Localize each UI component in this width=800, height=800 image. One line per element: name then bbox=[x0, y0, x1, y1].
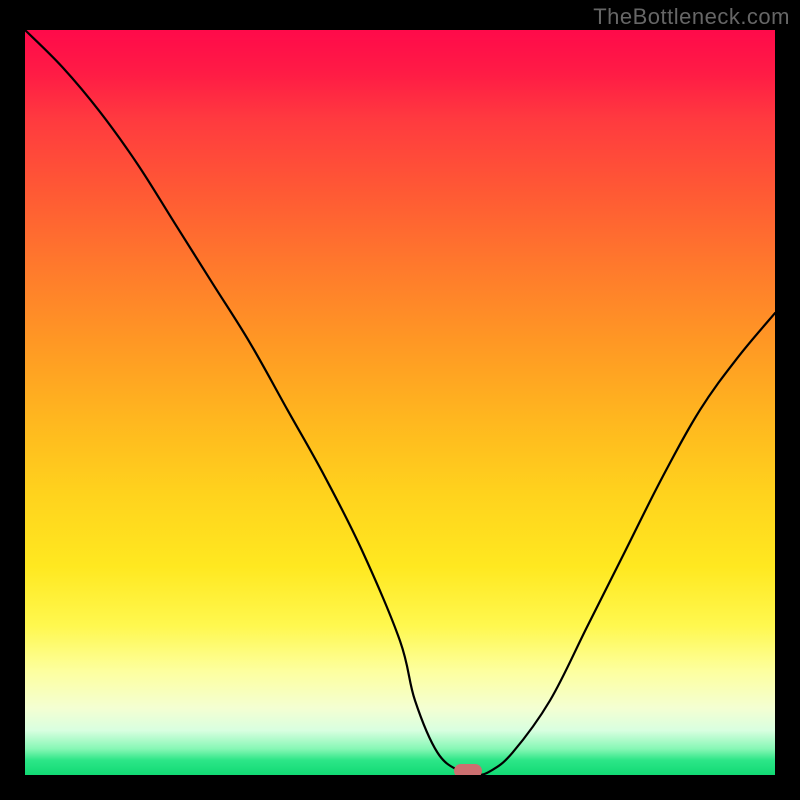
watermark-text: TheBottleneck.com bbox=[593, 4, 790, 30]
plot-area bbox=[25, 30, 775, 775]
chart-frame: TheBottleneck.com bbox=[0, 0, 800, 800]
bottleneck-curve-path bbox=[25, 30, 775, 775]
curve-svg bbox=[25, 30, 775, 775]
optimal-point-marker bbox=[454, 764, 482, 775]
